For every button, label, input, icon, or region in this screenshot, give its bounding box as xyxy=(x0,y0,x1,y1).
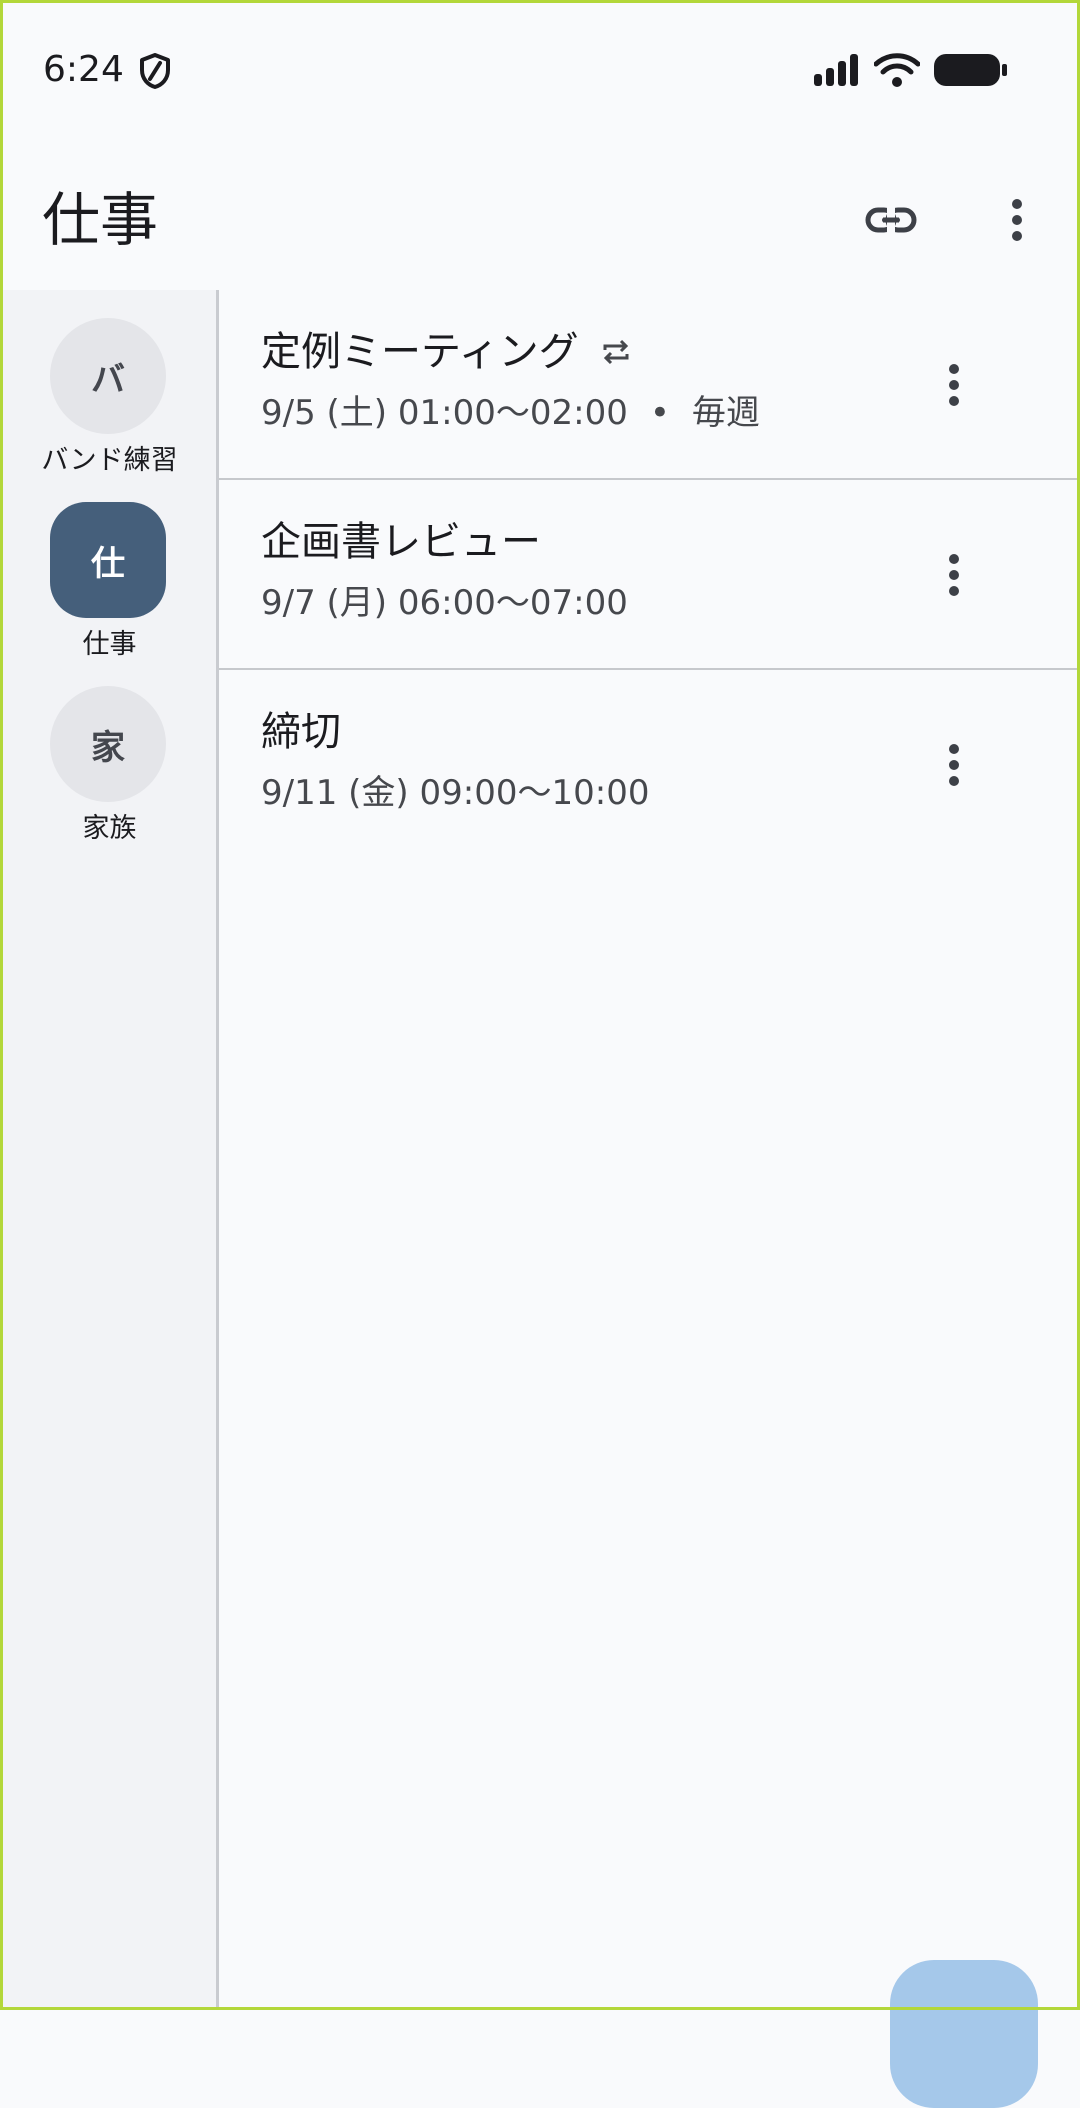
status-bar: 6:24 xyxy=(0,0,1080,140)
event-datetime: 9/5 (土) 01:00〜02:00 xyxy=(261,393,628,433)
battery-icon xyxy=(934,54,1007,86)
sidebar-item-label: バンド練習 xyxy=(41,445,178,476)
link-icon xyxy=(865,207,917,233)
more-vert-icon xyxy=(949,744,959,786)
wifi-icon xyxy=(874,53,920,87)
shield-icon xyxy=(140,53,170,89)
event-title-row: 定例ミーティング xyxy=(261,326,631,378)
event-datetime: 9/7 (月) 06:00〜07:00 xyxy=(261,583,628,623)
event-title-row: 締切 xyxy=(261,706,341,758)
event-datetime: 9/11 (金) 09:00〜10:00 xyxy=(261,773,650,813)
page-title: 仕事 xyxy=(42,186,159,254)
top-app-bar: 仕事 xyxy=(0,140,1080,290)
status-time: 6:24 xyxy=(43,49,124,90)
sidebar-item-label: 仕事 xyxy=(82,629,137,660)
event-list: 定例ミーティング 9/5 (土) 01:00〜02:00 • 毎週 企画書レビュー … xyxy=(219,290,1077,860)
avatar: 仕 xyxy=(50,502,166,618)
event-more-button[interactable] xyxy=(914,535,994,615)
event-title: 企画書レビュー xyxy=(261,519,541,565)
event-subtitle: 9/7 (月) 06:00〜07:00 xyxy=(261,580,628,626)
calendar-sidebar: バ バンド練習 仕 仕事 家 家族 xyxy=(3,290,219,2010)
event-title: 定例ミーティング xyxy=(261,329,579,375)
event-subtitle: 9/11 (金) 09:00〜10:00 xyxy=(261,770,649,816)
more-vert-icon xyxy=(949,364,959,406)
event-title: 締切 xyxy=(261,709,341,755)
more-vert-icon xyxy=(1012,199,1022,241)
sidebar-item-family[interactable]: 家 家族 xyxy=(3,658,216,844)
sidebar-item-band-practice[interactable]: バ バンド練習 xyxy=(3,290,216,476)
event-item[interactable]: 定例ミーティング 9/5 (土) 01:00〜02:00 • 毎週 xyxy=(219,290,1077,480)
avatar: バ xyxy=(50,318,166,434)
event-item[interactable]: 締切 9/11 (金) 09:00〜10:00 xyxy=(219,670,1077,860)
avatar: 家 xyxy=(50,686,166,802)
event-title-row: 企画書レビュー xyxy=(261,516,541,568)
overflow-menu-button[interactable] xyxy=(977,180,1057,260)
separator-dot: • xyxy=(649,393,670,433)
repeat-icon xyxy=(603,339,629,365)
sidebar-item-work[interactable]: 仕 仕事 xyxy=(3,474,216,660)
event-subtitle: 9/5 (土) 01:00〜02:00 • 毎週 xyxy=(261,390,760,436)
event-recurrence: 毎週 xyxy=(691,393,760,433)
event-more-button[interactable] xyxy=(914,725,994,805)
event-item[interactable]: 企画書レビュー 9/7 (月) 06:00〜07:00 xyxy=(219,480,1077,670)
share-link-button[interactable] xyxy=(851,180,931,260)
signal-icon xyxy=(814,54,858,86)
sidebar-item-label: 家族 xyxy=(82,813,137,844)
more-vert-icon xyxy=(949,554,959,596)
add-event-fab[interactable] xyxy=(890,1960,1038,2108)
event-more-button[interactable] xyxy=(914,345,994,425)
